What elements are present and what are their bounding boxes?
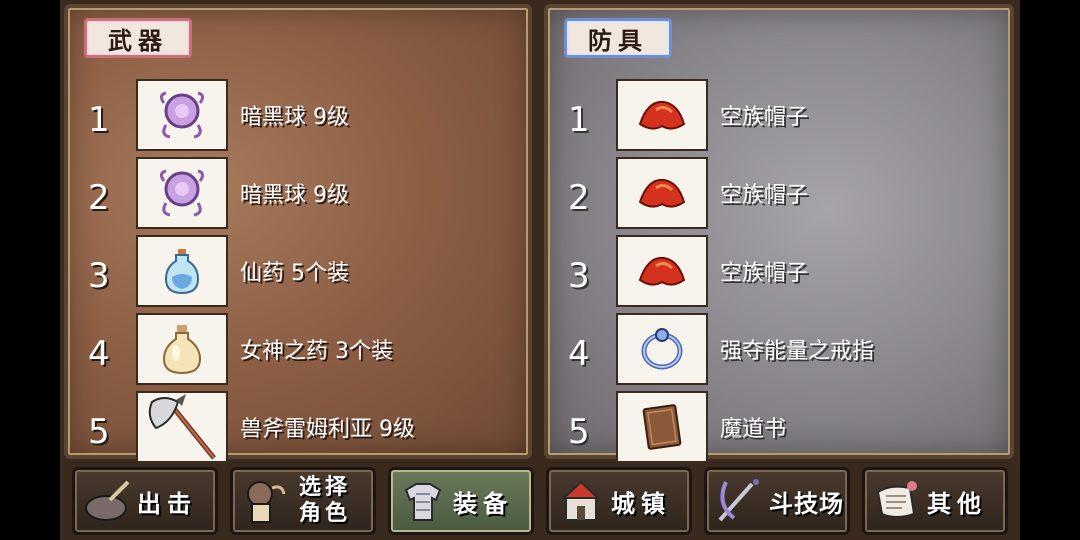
item-name: 魔道书: [720, 417, 787, 442]
item-name: 女神之药 3个装: [240, 339, 393, 364]
armor-icon: [395, 473, 451, 529]
item-name: 仙药 5个装: [240, 261, 349, 286]
weapons-title: 武器: [84, 18, 192, 58]
equipment-button[interactable]: 装备: [388, 467, 534, 535]
weapon-slot-4[interactable]: 4 女神之药 3个装: [88, 312, 518, 386]
castle-icon: [553, 473, 609, 529]
weapon-slot-3[interactable]: 3 仙药 5个装: [88, 234, 518, 308]
select-character-label: 选择 角色: [295, 475, 355, 527]
equipment-label: 装备: [453, 489, 513, 518]
town-button[interactable]: 城镇: [546, 467, 692, 535]
weapon-slot-2[interactable]: 2 暗黑球 9级: [88, 156, 518, 230]
slot-number: 3: [568, 256, 590, 296]
slot-number: 1: [568, 100, 590, 140]
item-name: 兽斧雷姆利亚 9级: [240, 417, 415, 442]
item-name: 强夺能量之戒指: [720, 339, 875, 364]
armor-panel: 防具 1 空族帽子 2 空族帽子 3 空族帽子 4 强夺能量之戒指 5 魔道书: [544, 4, 1014, 463]
item-name: 空族帽子: [720, 261, 809, 286]
bowl-icon: [79, 473, 135, 529]
item-name: 暗黑球 9级: [240, 105, 349, 130]
armor-slot-5[interactable]: 5 魔道书: [568, 390, 998, 464]
beast-axe-icon[interactable]: [136, 391, 228, 463]
other-label: 其他: [927, 489, 987, 518]
sortie-label: 出击: [137, 489, 197, 518]
crossed-swords-icon: [711, 473, 767, 529]
sortie-button[interactable]: 出击: [72, 467, 218, 535]
weapon-slot-5[interactable]: 5 兽斧雷姆利亚 9级: [88, 390, 518, 464]
slot-number: 1: [88, 100, 110, 140]
spellbook-icon[interactable]: [616, 391, 708, 463]
red-hat-icon[interactable]: [616, 157, 708, 229]
select-line-2: 角色: [298, 501, 351, 526]
other-button[interactable]: 其他: [862, 467, 1008, 535]
elixir-bottle-icon[interactable]: [136, 235, 228, 307]
weapon-slot-1[interactable]: 1 暗黑球 9级: [88, 78, 518, 152]
dark-orb-icon[interactable]: [136, 157, 228, 229]
arena-label: 斗技场: [769, 489, 844, 518]
armor-slot-4[interactable]: 4 强夺能量之戒指: [568, 312, 998, 386]
game-screen: 武器 1 暗黑球 9级 2 暗黑球 9级 3 仙药 5个装 4 女神之药 3个装…: [60, 0, 1020, 540]
item-name: 空族帽子: [720, 105, 809, 130]
town-label: 城镇: [611, 489, 671, 518]
select-line-1: 选择: [298, 475, 351, 500]
armor-slot-3[interactable]: 3 空族帽子: [568, 234, 998, 308]
weapons-panel: 武器 1 暗黑球 9级 2 暗黑球 9级 3 仙药 5个装 4 女神之药 3个装…: [64, 4, 532, 463]
slot-number: 3: [88, 256, 110, 296]
armor-slot-1[interactable]: 1 空族帽子: [568, 78, 998, 152]
select-character-button[interactable]: 选择 角色: [230, 467, 376, 535]
scroll-icon: [869, 473, 925, 529]
character-icon: [237, 473, 293, 529]
slot-number: 5: [88, 412, 110, 452]
red-hat-icon[interactable]: [616, 235, 708, 307]
slot-number: 2: [568, 178, 590, 218]
ring-icon[interactable]: [616, 313, 708, 385]
red-hat-icon[interactable]: [616, 79, 708, 151]
bottom-nav: 出击 选择 角色 装备 城镇 斗技场 其他: [60, 464, 1020, 540]
armor-title: 防具: [564, 18, 672, 58]
armor-slot-2[interactable]: 2 空族帽子: [568, 156, 998, 230]
slot-number: 4: [88, 334, 110, 374]
item-name: 空族帽子: [720, 183, 809, 208]
goddess-potion-icon[interactable]: [136, 313, 228, 385]
item-name: 暗黑球 9级: [240, 183, 349, 208]
slot-number: 5: [568, 412, 590, 452]
dark-orb-icon[interactable]: [136, 79, 228, 151]
slot-number: 2: [88, 178, 110, 218]
slot-number: 4: [568, 334, 590, 374]
arena-button[interactable]: 斗技场: [704, 467, 850, 535]
